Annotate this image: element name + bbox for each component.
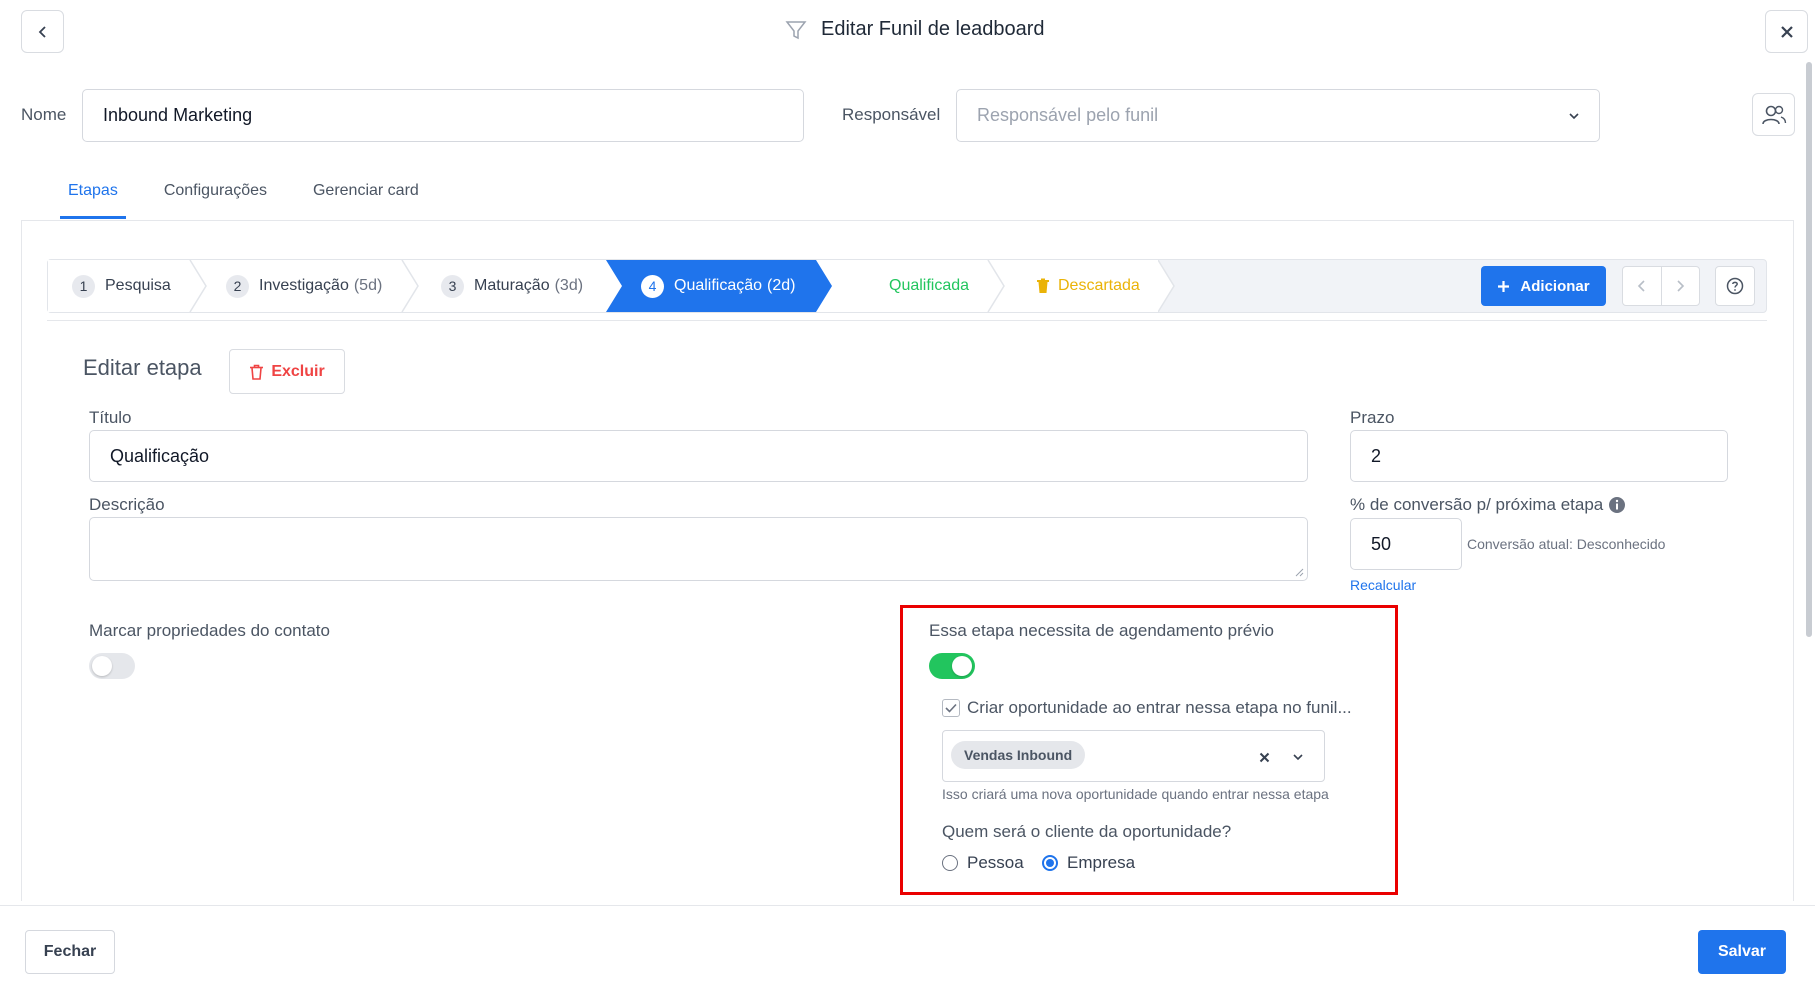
back-button[interactable] [21,10,64,53]
stage-title-value: Qualificação [110,445,210,466]
description-field[interactable] [89,517,1308,581]
toggle-knob [92,656,112,676]
stage-separator [401,260,419,312]
stage-4-active[interactable]: 4 Qualificação (2d) [641,260,796,312]
question-circle-icon [1726,277,1744,295]
manage-users-button[interactable] [1752,93,1795,136]
radio-pessoa-label: Pessoa [967,853,1024,872]
trash-icon [1037,278,1049,293]
stage-nav-group [1622,266,1700,306]
delete-stage-label: Excluir [271,362,325,380]
scheduling-toggle[interactable] [929,653,975,679]
stage-2[interactable]: 2 Investigação (5d) [226,260,382,312]
description-label: Descrição [89,495,165,514]
toggle-knob [952,656,972,676]
close-button[interactable] [1765,10,1808,53]
deadline-label: Prazo [1350,408,1395,427]
section-title: Editar etapa [83,355,202,380]
chevron-down-icon [1293,754,1303,761]
stage-label: Maturação [474,277,550,294]
footer-divider [0,905,1815,906]
stage-number: 3 [441,274,464,298]
mark-properties-label: Marcar propriedades do contato [89,621,330,640]
chevron-down-icon [1569,112,1579,119]
plus-icon [1498,280,1510,292]
tabs-bar: Etapas Configurações Gerenciar card [60,168,427,219]
scrollbar[interactable] [1806,62,1812,637]
clear-icon[interactable] [1259,752,1270,763]
scheduling-label: Essa etapa necessita de agendamento prév… [929,621,1274,640]
conversion-label: % de conversão p/ próxima etapa [1350,495,1604,514]
stage-duration: (2d) [767,277,796,294]
resize-handle-icon[interactable] [1295,568,1304,577]
add-stage-label: Adicionar [1520,277,1590,295]
name-label: Nome [21,105,67,124]
chevron-right-icon [1677,280,1685,292]
client-question: Quem será o cliente da oportunidade? [942,822,1232,841]
save-button[interactable]: Salvar [1698,930,1786,974]
helper-text: Isso criará uma nova oportunidade quando… [942,786,1329,802]
users-icon [1761,105,1786,124]
close-icon [1780,25,1793,38]
check-icon [945,703,957,713]
chevron-left-icon [38,25,46,38]
deadline-value: 2 [1371,445,1382,466]
conversion-label-row: % de conversão p/ próxima etapa [1350,495,1626,515]
stage-label: Descartada [1058,277,1140,294]
stage-qualified[interactable]: Qualificada [889,260,969,312]
name-value: Inbound Marketing [103,105,253,125]
radio-empresa-label: Empresa [1067,853,1136,872]
tab-gerenciar-card[interactable]: Gerenciar card [305,168,427,218]
create-opportunity-label: Criar oportunidade ao entrar nessa etapa… [967,698,1352,717]
prev-stage-button[interactable] [1623,267,1662,305]
add-stage-button[interactable]: Adicionar [1481,266,1606,306]
stage-label: Pesquisa [105,277,171,294]
stage-1[interactable]: 1 Pesquisa [72,260,171,312]
stage-separator [987,260,1005,312]
stage-label: Investigação [259,277,349,294]
stage-label: Qualificada [889,277,970,294]
delete-stage-button[interactable]: Excluir [229,349,345,394]
radio-empresa[interactable] [1042,855,1058,871]
deadline-field[interactable]: 2 [1350,430,1728,482]
conversion-current-text: Conversão atual: Desconhecido [1467,536,1666,552]
responsible-label: Responsável [842,105,941,124]
edit-funnel-modal: Editar Funil de leadboard Nome Inbound M… [0,0,1815,989]
help-button[interactable] [1715,266,1755,306]
stage-separator [189,260,207,312]
responsible-placeholder: Responsável pelo funil [977,105,1159,125]
tab-configuracoes[interactable]: Configurações [156,168,275,218]
mark-properties-toggle[interactable] [89,653,135,679]
selected-funnel-chip: Vendas Inbound [951,741,1086,769]
modal-title: Editar Funil de leadboard [785,18,1044,41]
funnel-select[interactable]: Vendas Inbound [942,730,1325,782]
create-opportunity-checkbox[interactable] [942,699,960,717]
chevron-left-icon [1637,280,1645,292]
stage-title-field[interactable]: Qualificação [89,430,1308,482]
funnel-icon [785,20,807,39]
info-icon[interactable] [1608,496,1626,514]
stage-number: 2 [226,274,249,298]
responsible-select[interactable]: Responsável pelo funil [956,89,1600,142]
name-field[interactable]: Inbound Marketing [82,89,804,142]
page-title: Editar Funil de leadboard [821,18,1045,40]
trash-icon [250,364,264,380]
stage-duration: (5d) [353,277,383,294]
stepper-divider [47,320,1767,321]
stage-end [1158,260,1175,312]
tab-etapas[interactable]: Etapas [60,168,126,219]
stage-discarded[interactable]: Descartada [1036,260,1140,312]
stage-number: 4 [641,274,664,298]
radio-pessoa[interactable] [942,855,958,871]
title-label: Título [89,408,132,427]
next-stage-button[interactable] [1662,267,1700,305]
close-footer-button[interactable]: Fechar [25,930,115,974]
stage-3[interactable]: 3 Maturação (3d) [441,260,583,312]
stage-label: Qualificação [674,277,763,294]
stage-number: 1 [72,274,95,298]
recalculate-link[interactable]: Recalcular [1350,577,1416,593]
stage-duration: (3d) [554,277,584,294]
conversion-value: 50 [1371,533,1392,554]
conversion-field[interactable]: 50 [1350,518,1462,570]
